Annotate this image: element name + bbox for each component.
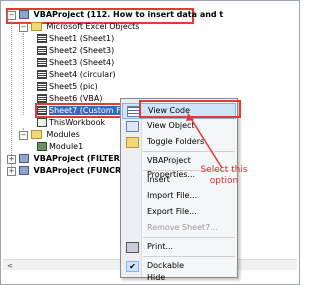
tree-node-module1[interactable]: Module1: [37, 141, 83, 152]
menu-item-export-file[interactable]: Export File...: [122, 205, 236, 219]
sheet-label: Sheet5 (pic): [49, 82, 98, 91]
folder-icon: [31, 22, 42, 31]
workbook-icon: [37, 118, 47, 127]
check-icon: ✔: [126, 261, 139, 272]
menu-item-remove-sheet[interactable]: Remove Sheet7...: [122, 221, 236, 235]
collapse-toggle[interactable]: −: [19, 131, 28, 140]
worksheet-icon: [37, 58, 47, 67]
menu-item-import-file[interactable]: Import File...: [122, 189, 236, 203]
menu-item-dockable[interactable]: ✔ Dockable: [122, 259, 236, 273]
vba-project-icon: [19, 10, 29, 19]
expand-toggle[interactable]: +: [7, 155, 16, 164]
menu-item-print[interactable]: Print...: [122, 240, 236, 254]
vba-project-icon: [19, 154, 29, 163]
worksheet-icon: [37, 34, 47, 43]
print-icon: [126, 242, 139, 253]
view-code-highlight: [139, 100, 241, 118]
menu-separator: [143, 237, 235, 238]
tree-node-sheet[interactable]: Sheet1 (Sheet1): [37, 33, 114, 44]
expand-toggle[interactable]: +: [7, 167, 16, 176]
sheet-label: Sheet1 (Sheet1): [49, 34, 115, 43]
tree-node-sheet[interactable]: Sheet5 (pic): [37, 81, 98, 92]
sheet-label: Sheet2 (Sheet3): [49, 46, 115, 55]
worksheet-icon: [37, 46, 47, 55]
menu-item-hide[interactable]: Hide: [122, 273, 236, 282]
menu-separator: [143, 256, 235, 257]
tree-node-project-1[interactable]: − VBAProject (112. How to insert data an…: [7, 9, 223, 20]
tree-node-sheet[interactable]: Sheet2 (Sheet3): [37, 45, 114, 56]
folder-icon: [31, 130, 42, 139]
thisworkbook-label: ThisWorkbook: [49, 118, 106, 127]
object-icon: [126, 121, 139, 132]
tree-node-sheet[interactable]: Sheet3 (Sheet4): [37, 57, 114, 68]
menu-item-toggle-folders[interactable]: Toggle Folders: [122, 135, 236, 149]
module1-label: Module1: [49, 142, 84, 151]
collapse-toggle[interactable]: −: [19, 23, 28, 32]
context-menu: View Code View Object Toggle Folders VBA…: [120, 98, 238, 282]
tree-node-modules[interactable]: − Modules: [19, 129, 80, 140]
worksheet-icon: [37, 94, 47, 103]
folder-icon: [126, 137, 139, 148]
project-1-label: VBAProject (112. How to insert data and …: [33, 10, 224, 19]
sheet-label: Sheet4 (circular): [49, 70, 116, 79]
menu-item-view-object[interactable]: View Object: [122, 119, 236, 133]
menu-separator: [143, 151, 235, 152]
sheet-label: Sheet3 (Sheet4): [49, 58, 115, 67]
collapse-toggle[interactable]: −: [7, 11, 16, 20]
tree-node-thisworkbook[interactable]: ThisWorkbook: [37, 117, 105, 128]
annotation-callout: Select this option: [200, 165, 248, 186]
worksheet-icon: [37, 106, 47, 115]
module-icon: [37, 142, 47, 151]
modules-label: Modules: [46, 130, 80, 139]
vba-project-icon: [19, 166, 29, 175]
tree-node-excel-objects[interactable]: − Microsoft Excel Objects: [19, 21, 139, 32]
scroll-left-arrow[interactable]: <: [7, 262, 13, 270]
tree-node-sheet[interactable]: Sheet4 (circular): [37, 69, 116, 80]
worksheet-icon: [37, 70, 47, 79]
excel-objects-label: Microsoft Excel Objects: [46, 22, 140, 31]
sheet-label: Sheet6 (VBA): [49, 94, 103, 103]
worksheet-icon: [37, 82, 47, 91]
